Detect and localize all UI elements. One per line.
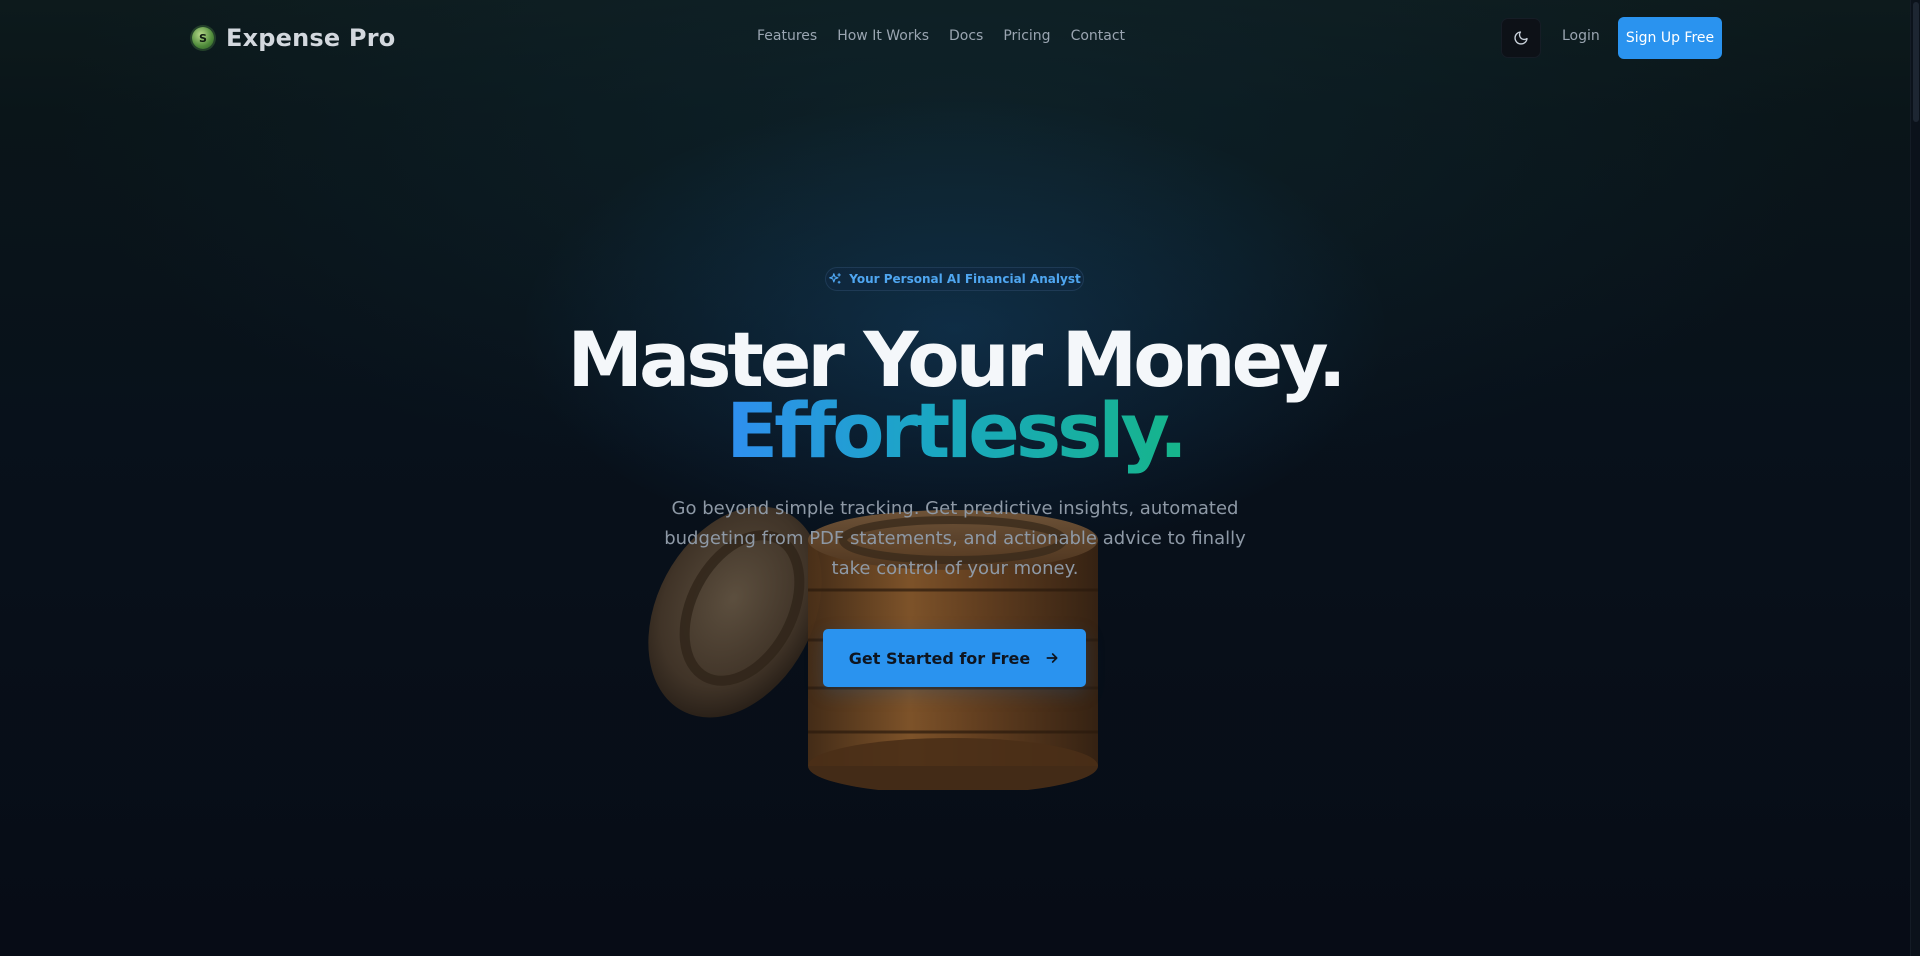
nav-link-how-it-works[interactable]: How It Works — [837, 28, 929, 44]
sparkles-icon — [829, 273, 842, 284]
dollar-logo-icon: S — [192, 27, 214, 49]
brand[interactable]: S Expense Pro — [192, 24, 395, 52]
get-started-button[interactable]: Get Started for Free — [823, 629, 1086, 687]
hero-subtitle: Go beyond simple tracking. Get predictiv… — [664, 498, 1246, 579]
scrollbar[interactable] — [1910, 0, 1920, 956]
nav-link-contact[interactable]: Contact — [1071, 28, 1125, 44]
scrollbar-thumb[interactable] — [1913, 2, 1919, 122]
login-link[interactable]: Login — [1562, 28, 1600, 44]
hero-badge-text: Your Personal AI Financial Analyst — [849, 272, 1081, 286]
nav-link-features[interactable]: Features — [757, 28, 817, 44]
theme-toggle-button[interactable] — [1501, 18, 1541, 58]
signup-button[interactable]: Sign Up Free — [1618, 17, 1722, 59]
get-started-label: Get Started for Free — [848, 648, 1031, 668]
nav-link-pricing[interactable]: Pricing — [1003, 28, 1050, 44]
brand-name: Expense Pro — [226, 24, 396, 52]
hero-title-line2: Effortlessly. — [0, 389, 1910, 473]
hero-title-gradient-text: Effortlessly. — [726, 386, 1188, 475]
hero-badge: Your Personal AI Financial Analyst — [825, 267, 1084, 291]
arrow-right-icon — [1046, 653, 1058, 663]
nav-link-docs[interactable]: Docs — [949, 28, 983, 44]
moon-icon — [1514, 31, 1528, 45]
top-navbar: S Expense Pro Features How It Works Docs… — [0, 0, 1910, 76]
main-nav: Features How It Works Docs Pricing Conta… — [757, 28, 1125, 44]
